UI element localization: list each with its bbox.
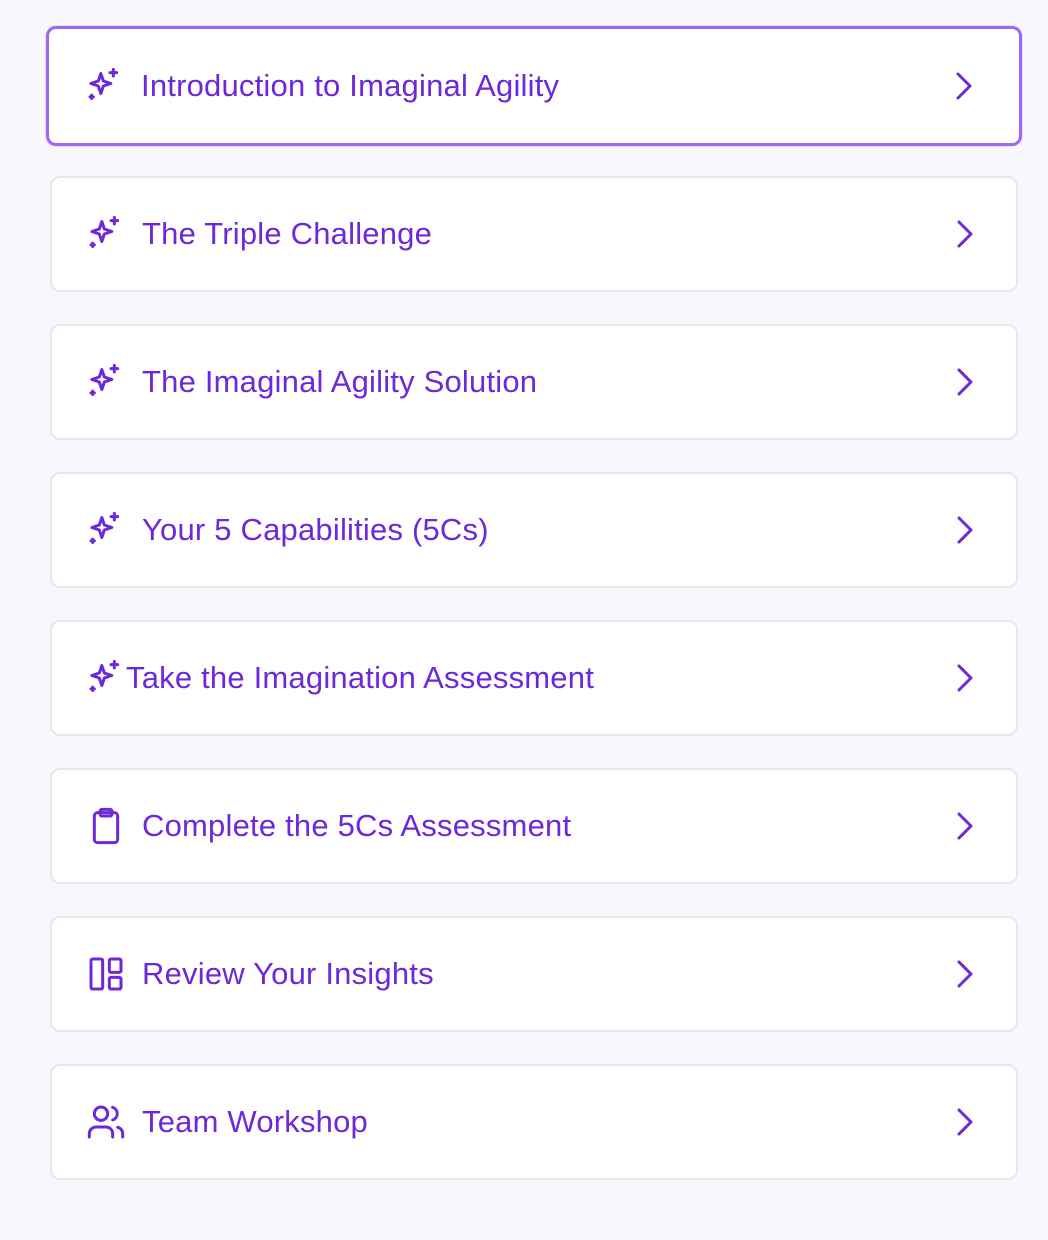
step-label: The Imaginal Agility Solution: [142, 364, 538, 399]
step-item-review-insights[interactable]: Review Your Insights: [50, 916, 1018, 1032]
step-label: Review Your Insights: [142, 956, 434, 991]
step-label: Team Workshop: [142, 1104, 369, 1139]
chevron-right-icon: [954, 1105, 976, 1139]
users-icon: [86, 1102, 126, 1142]
chevron-right-icon: [954, 365, 976, 399]
step-item-triple-challenge[interactable]: The Triple Challenge: [50, 176, 1018, 292]
step-item-5-capabilities[interactable]: Your 5 Capabilities (5Cs): [50, 472, 1018, 588]
step-list: Introduction to Imaginal Agility The Tri…: [46, 26, 1022, 1212]
sparkles-icon: [85, 66, 125, 106]
step-item-team-workshop[interactable]: Team Workshop: [50, 1064, 1018, 1180]
sparkles-icon: [86, 658, 126, 698]
step-item-5cs-assessment[interactable]: Complete the 5Cs Assessment: [50, 768, 1018, 884]
sparkles-icon: [86, 362, 126, 402]
layout-dashboard-icon: [86, 954, 126, 994]
sparkles-icon: [86, 510, 126, 550]
step-item-imagination-assessment[interactable]: Take the Imagination Assessment: [50, 620, 1018, 736]
step-item-solution[interactable]: The Imaginal Agility Solution: [50, 324, 1018, 440]
chevron-right-icon: [954, 809, 976, 843]
chevron-right-icon: [954, 217, 976, 251]
chevron-right-icon: [954, 957, 976, 991]
step-label: Complete the 5Cs Assessment: [142, 808, 572, 843]
step-item-introduction[interactable]: Introduction to Imaginal Agility: [46, 26, 1022, 146]
step-label: The Triple Challenge: [142, 216, 433, 251]
sparkles-icon: [86, 214, 126, 254]
step-label: Your 5 Capabilities (5Cs): [142, 512, 489, 547]
clipboard-icon: [86, 806, 126, 846]
chevron-right-icon: [953, 69, 975, 103]
chevron-right-icon: [954, 513, 976, 547]
step-label: Take the Imagination Assessment: [126, 660, 595, 695]
step-label: Introduction to Imaginal Agility: [141, 68, 560, 103]
chevron-right-icon: [954, 661, 976, 695]
